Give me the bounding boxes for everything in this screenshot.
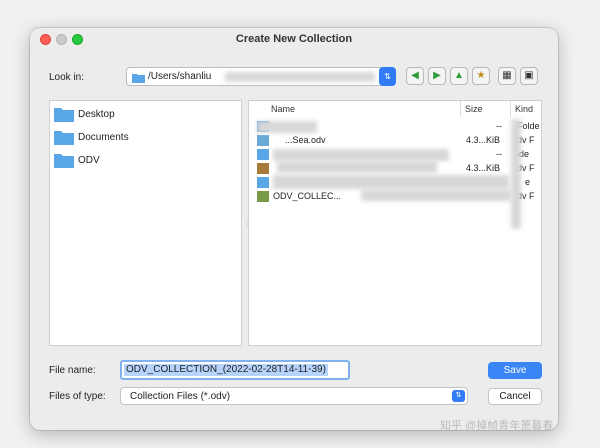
place-item-odv[interactable]: ODV <box>54 151 234 169</box>
file-row[interactable]: ...Sea.odv 4.3...KiB dv F <box>249 133 541 147</box>
folder-icon <box>132 72 145 86</box>
file-name-value: ODV_COLLECTION_(2022-02-28T14-11-39) <box>124 364 328 376</box>
file-size: -- <box>496 149 502 159</box>
cancel-button[interactable]: Cancel <box>488 388 542 405</box>
blurred-path-area <box>225 72 375 82</box>
title-bar: Create New Collection <box>30 28 558 52</box>
blurred-area <box>273 149 449 161</box>
file-size: -- <box>496 121 502 131</box>
file-size: 4.3...KiB <box>466 135 501 145</box>
file-name-input[interactable]: ODV_COLLECTION_(2022-02-28T14-11-39) <box>120 360 350 380</box>
file-list[interactable]: Name Size Kind -- Folde ...Sea.odv 4.3..… <box>248 100 542 346</box>
dialog-title: Create New Collection <box>235 33 353 45</box>
column-header-size[interactable]: Size <box>461 101 511 117</box>
save-button[interactable]: Save <box>488 362 542 379</box>
chevron-updown-icon[interactable]: ⇅ <box>452 390 465 402</box>
blurred-area <box>257 121 317 133</box>
place-label: ODV <box>78 155 100 166</box>
look-in-label: Look in: <box>49 72 85 83</box>
file-size: 4.3...KiB <box>466 163 501 173</box>
forward-icon[interactable]: ▶ <box>428 67 446 85</box>
watermark: 知乎 @掉帧青年萧暮春 <box>440 420 554 432</box>
new-folder-icon[interactable]: ★ <box>472 67 490 85</box>
blurred-area <box>273 175 509 189</box>
create-collection-dialog: Create New Collection Look in: /Users/sh… <box>30 28 558 430</box>
places-sidebar: Desktop Documents ODV <box>49 100 242 346</box>
file-type-select[interactable]: Collection Files (*.odv) ⇅ <box>120 387 468 405</box>
blurred-area <box>361 189 511 201</box>
place-item-desktop[interactable]: Desktop <box>54 105 234 123</box>
look-in-combo[interactable]: /Users/shanliu ⇅ <box>126 67 396 86</box>
blurred-area <box>511 119 521 229</box>
file-kind: e <box>525 177 531 187</box>
folder-icon <box>54 105 74 125</box>
folder-icon <box>54 151 74 171</box>
detail-view-icon[interactable]: ▣ <box>520 67 538 85</box>
column-header-name[interactable]: Name <box>249 101 461 117</box>
file-name: ...Sea.odv <box>285 135 326 145</box>
file-type-label: Files of type: <box>49 391 106 402</box>
up-icon[interactable]: ▲ <box>450 67 468 85</box>
file-type-value: Collection Files (*.odv) <box>130 391 231 402</box>
file-name-label: File name: <box>49 365 96 376</box>
list-view-icon[interactable]: ▦ <box>498 67 516 85</box>
look-in-path: /Users/shanliu <box>148 71 212 82</box>
file-icon <box>257 191 269 204</box>
folder-icon <box>54 128 74 148</box>
place-label: Documents <box>78 132 129 143</box>
chevron-updown-icon[interactable]: ⇅ <box>379 67 396 86</box>
column-header-kind[interactable]: Kind <box>511 101 541 117</box>
blurred-area <box>277 161 437 173</box>
place-label: Desktop <box>78 109 115 120</box>
place-item-documents[interactable]: Documents <box>54 128 234 146</box>
file-name: ODV_COLLEC... <box>273 191 342 201</box>
back-icon[interactable]: ◀ <box>406 67 424 85</box>
